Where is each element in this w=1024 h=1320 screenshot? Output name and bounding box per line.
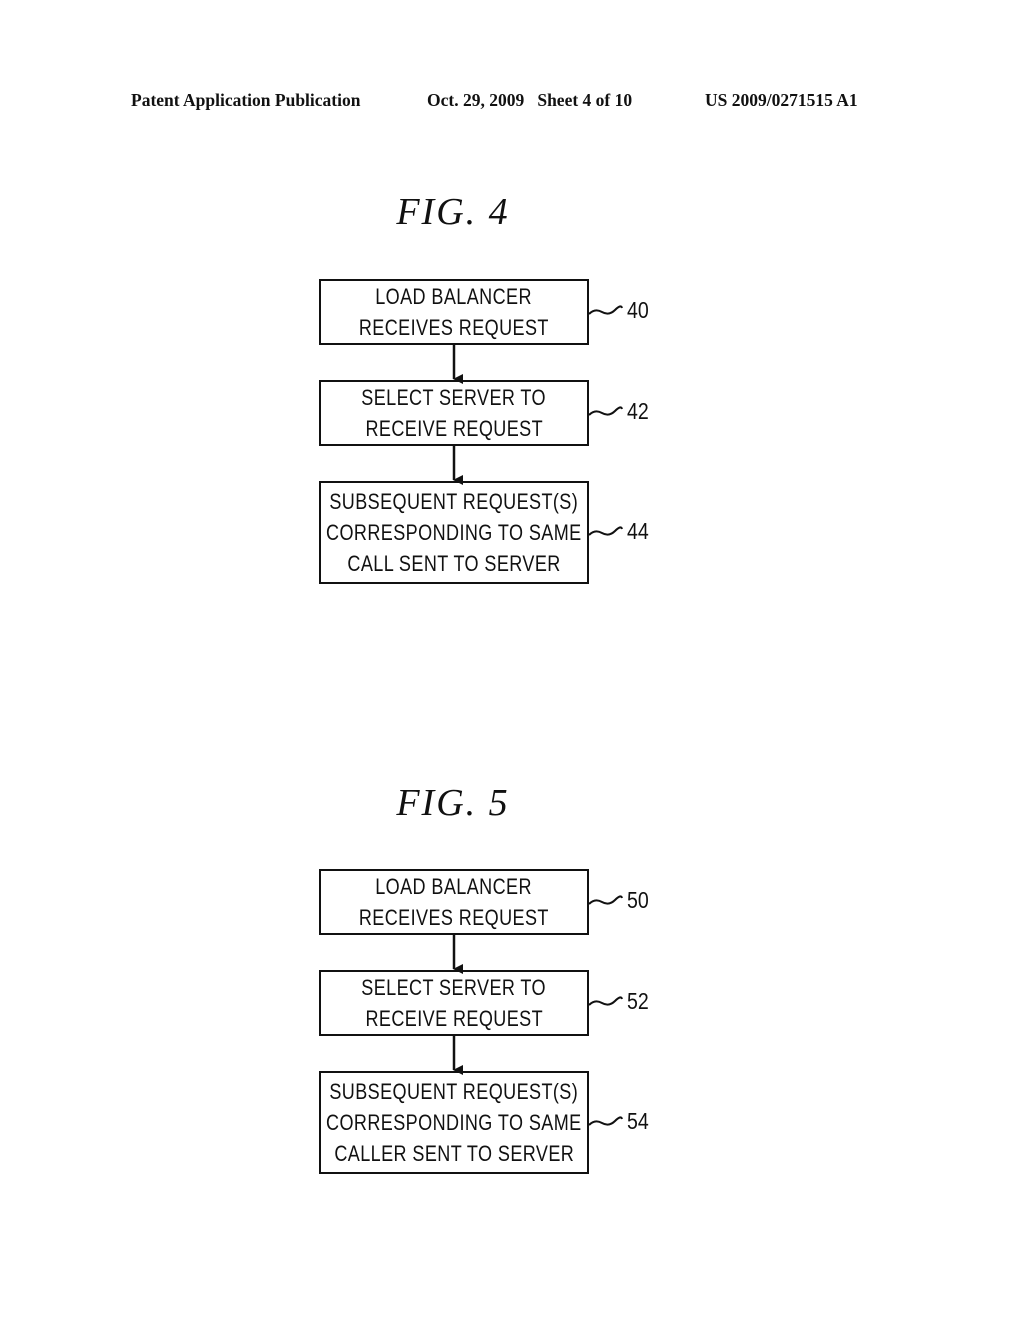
leader-44 [588, 526, 623, 536]
leader-42 [588, 406, 623, 416]
leader-50 [588, 895, 623, 905]
leader-54 [588, 1116, 623, 1126]
leader-52 [588, 996, 623, 1006]
leader-40 [588, 305, 623, 315]
connectors [452, 305, 623, 1126]
